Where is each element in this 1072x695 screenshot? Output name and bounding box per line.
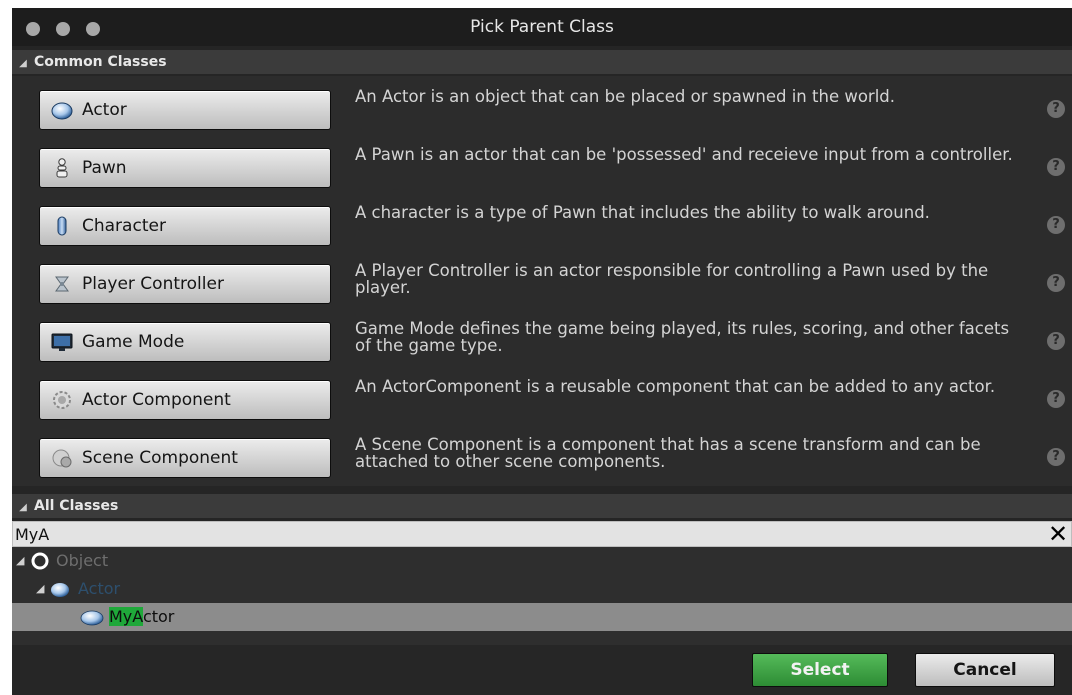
class-row-actor-component: Actor Component An ActorComponent is a r… [12, 378, 1072, 430]
game-mode-button-label: Game Mode [82, 332, 185, 352]
game-mode-monitor-icon [51, 331, 73, 353]
help-icon[interactable]: ? [1047, 448, 1065, 466]
help-icon[interactable]: ? [1047, 158, 1065, 176]
class-row-actor: Actor An Actor is an object that can be … [12, 88, 1072, 140]
pawn-button[interactable]: Pawn [39, 148, 331, 188]
common-classes-label: Common Classes [34, 54, 167, 70]
class-search-input[interactable] [13, 522, 1035, 546]
scene-component-icon [51, 447, 73, 469]
help-icon[interactable]: ? [1047, 332, 1065, 350]
character-capsule-icon [51, 215, 73, 237]
scene-component-button[interactable]: Scene Component [39, 438, 331, 478]
common-classes-panel: Actor An Actor is an object that can be … [12, 76, 1072, 486]
clear-search-icon[interactable]: ✕ [1047, 522, 1069, 546]
class-search-box: ✕ [12, 521, 1072, 547]
tree-label-actor: Actor [78, 579, 121, 598]
tree-row-myactor[interactable]: MyActor [12, 603, 1072, 631]
class-row-game-mode: Game Mode Game Mode defines the game bei… [12, 320, 1072, 372]
actor-button[interactable]: Actor [39, 90, 331, 130]
cancel-button[interactable]: Cancel [915, 653, 1055, 687]
dialog-button-bar: Select Cancel [12, 645, 1072, 695]
collapse-triangle-icon: ◢ [19, 502, 27, 513]
scene-component-button-label: Scene Component [82, 448, 238, 468]
tree-label-myactor-rest: ctor [142, 607, 175, 626]
pick-parent-class-window: Pick Parent Class ◢ Common Classes Actor … [12, 8, 1072, 695]
scene-component-description: A Scene Component is a component that ha… [355, 435, 981, 471]
character-button-label: Character [82, 216, 166, 236]
tree-label-myactor: MyActor [109, 607, 174, 627]
character-description: A character is a type of Pawn that inclu… [355, 203, 930, 222]
actor-sphere-icon [80, 608, 104, 626]
class-row-pawn: Pawn A Pawn is an actor that can be 'pos… [12, 146, 1072, 198]
title-bar: Pick Parent Class [12, 8, 1072, 46]
actor-button-label: Actor [82, 100, 127, 120]
common-classes-header[interactable]: ◢ Common Classes [12, 50, 1072, 74]
expand-triangle-icon[interactable]: ◢ [36, 582, 50, 596]
game-mode-description: Game Mode defines the game being played,… [355, 319, 1010, 355]
help-icon[interactable]: ? [1047, 216, 1065, 234]
actor-sphere-icon [51, 99, 73, 121]
class-tree: ◢ Object ◢ Actor MyActor [12, 547, 1072, 645]
actor-component-button-label: Actor Component [82, 390, 231, 410]
help-icon[interactable]: ? [1047, 274, 1065, 292]
class-row-character: Character A character is a type of Pawn … [12, 204, 1072, 256]
all-classes-label: All Classes [34, 498, 119, 514]
actor-component-description: An ActorComponent is a reusable componen… [355, 377, 996, 396]
class-row-scene-component: Scene Component A Scene Component is a c… [12, 436, 1072, 488]
select-button[interactable]: Select [752, 653, 888, 687]
player-controller-description: A Player Controller is an actor responsi… [355, 261, 989, 297]
tree-label-object: Object [56, 551, 109, 570]
class-row-player-controller: Player Controller A Player Controller is… [12, 262, 1072, 314]
actor-component-button[interactable]: Actor Component [39, 380, 331, 420]
expand-triangle-icon[interactable]: ◢ [16, 554, 30, 568]
search-match-highlight: MyA [109, 607, 143, 626]
character-button[interactable]: Character [39, 206, 331, 246]
player-controller-button[interactable]: Player Controller [39, 264, 331, 304]
collapse-triangle-icon: ◢ [19, 58, 27, 69]
actor-component-gear-icon [51, 389, 73, 411]
tree-row-actor[interactable]: ◢ Actor [12, 575, 1072, 603]
tree-row-object[interactable]: ◢ Object [12, 547, 1072, 575]
player-controller-icon [51, 273, 73, 295]
window-title: Pick Parent Class [470, 17, 614, 37]
game-mode-button[interactable]: Game Mode [39, 322, 331, 362]
all-classes-header[interactable]: ◢ All Classes [12, 494, 1072, 518]
object-ring-icon [30, 552, 50, 570]
actor-description: An Actor is an object that can be placed… [355, 87, 896, 106]
pawn-description: A Pawn is an actor that can be 'possesse… [355, 145, 1013, 164]
pawn-icon [51, 157, 73, 179]
help-icon[interactable]: ? [1047, 390, 1065, 408]
pawn-button-label: Pawn [82, 158, 127, 178]
actor-sphere-icon [50, 580, 70, 598]
player-controller-button-label: Player Controller [82, 274, 224, 294]
help-icon[interactable]: ? [1047, 100, 1065, 118]
